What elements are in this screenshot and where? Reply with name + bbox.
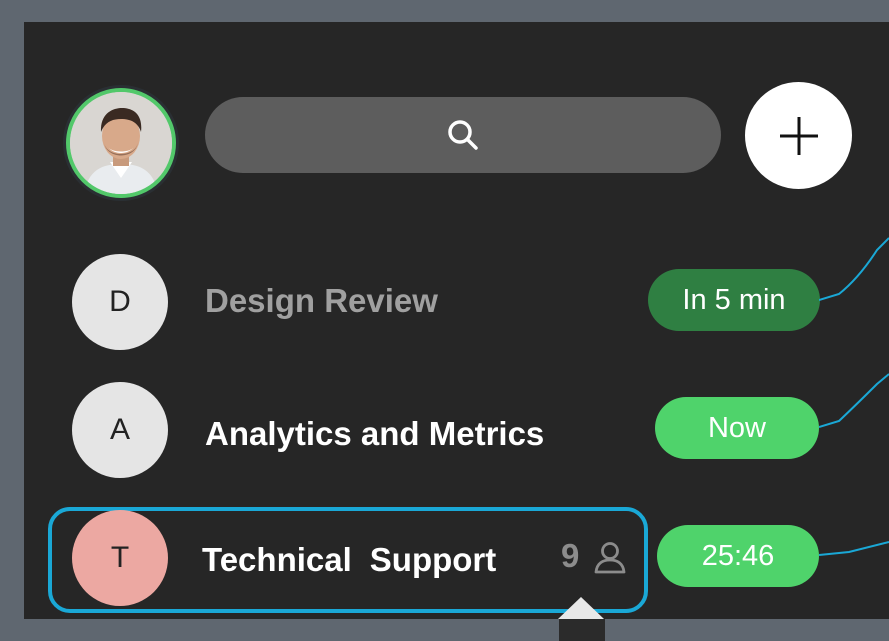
conversation-panel: D Design Review In 5 min A Analytics and… <box>24 22 889 619</box>
user-avatar-photo-icon <box>70 92 172 194</box>
connector-lines <box>819 237 889 556</box>
status-badge: Now <box>655 397 819 459</box>
tooltip-pointer-base <box>559 619 605 641</box>
add-button[interactable] <box>745 82 852 189</box>
conversation-title: Technical Support <box>202 541 496 579</box>
tooltip-pointer <box>558 597 604 619</box>
status-badge-label: In 5 min <box>682 283 786 316</box>
user-avatar[interactable] <box>63 85 179 201</box>
participant-count: 9 <box>561 537 580 574</box>
search-bar[interactable] <box>205 97 721 173</box>
conversation-title: Analytics and Metrics <box>205 415 545 452</box>
user-photo <box>66 88 176 198</box>
avatar-initial: D <box>109 285 131 318</box>
avatar-initial: T <box>110 541 130 574</box>
avatar: T <box>72 510 168 606</box>
avatar-initial: A <box>109 413 130 446</box>
person-icon <box>594 542 626 574</box>
status-badge-label: Now <box>707 411 766 444</box>
conversation-title: Design Review <box>205 282 438 319</box>
conversation-title-part: Support <box>369 541 497 578</box>
status-badge-label: 25:46 <box>701 539 775 572</box>
status-badge: In 5 min <box>648 269 820 331</box>
avatar: D <box>72 254 168 350</box>
plus-icon <box>779 116 818 155</box>
conversation-title-part: Technical <box>202 541 352 578</box>
avatar: A <box>72 382 168 478</box>
status-badge: 25:46 <box>657 525 819 587</box>
search-icon <box>448 120 478 150</box>
